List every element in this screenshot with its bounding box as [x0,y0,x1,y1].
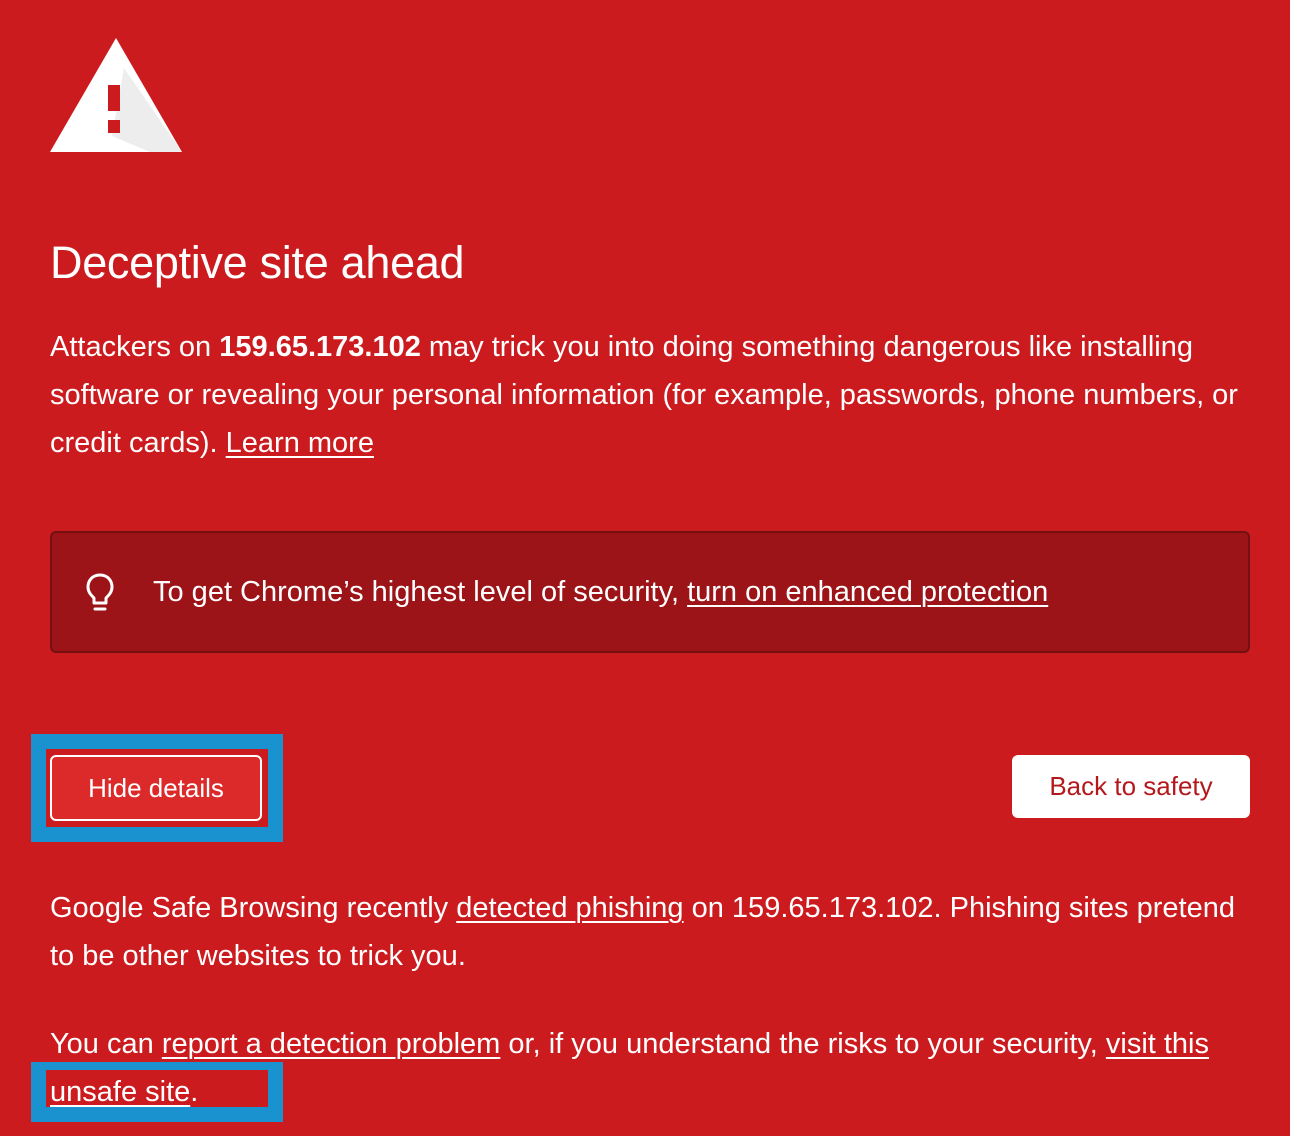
learn-more-link[interactable]: Learn more [226,427,374,459]
back-to-safety-button[interactable]: Back to safety [1012,755,1250,818]
details-p2-prefix: You can [50,1028,162,1060]
intro-prefix: Attackers on [50,331,220,363]
page-title: Deceptive site ahead [50,237,465,288]
details-p2-end: . [190,1076,199,1108]
promo-text: To get Chrome’s highest level of securit… [153,576,688,608]
site-host: 159.65.173.102 [219,331,421,363]
proceed-options: You can report a detection problem or, i… [50,1020,1250,1116]
warning-description: Attackers on 159.65.173.102 may trick yo… [50,323,1250,467]
detected-phishing-link[interactable]: detected phishing [456,892,683,924]
report-detection-problem-link[interactable]: report a detection problem [162,1028,501,1060]
phishing-details: Google Safe Browsing recently detected p… [50,884,1250,980]
lightbulb-icon [86,573,114,611]
details-p1-prefix: Google Safe Browsing recently [50,892,457,924]
promo-message: To get Chrome’s highest level of securit… [153,569,1048,615]
hide-details-button[interactable]: Hide details [50,755,262,821]
warning-triangle-icon [50,38,182,152]
enhanced-protection-link[interactable]: turn on enhanced protection [687,576,1048,608]
enhanced-protection-promo: To get Chrome’s highest level of securit… [50,531,1250,653]
details-p2-middle: or, if you understand the risks to your … [500,1028,1106,1060]
